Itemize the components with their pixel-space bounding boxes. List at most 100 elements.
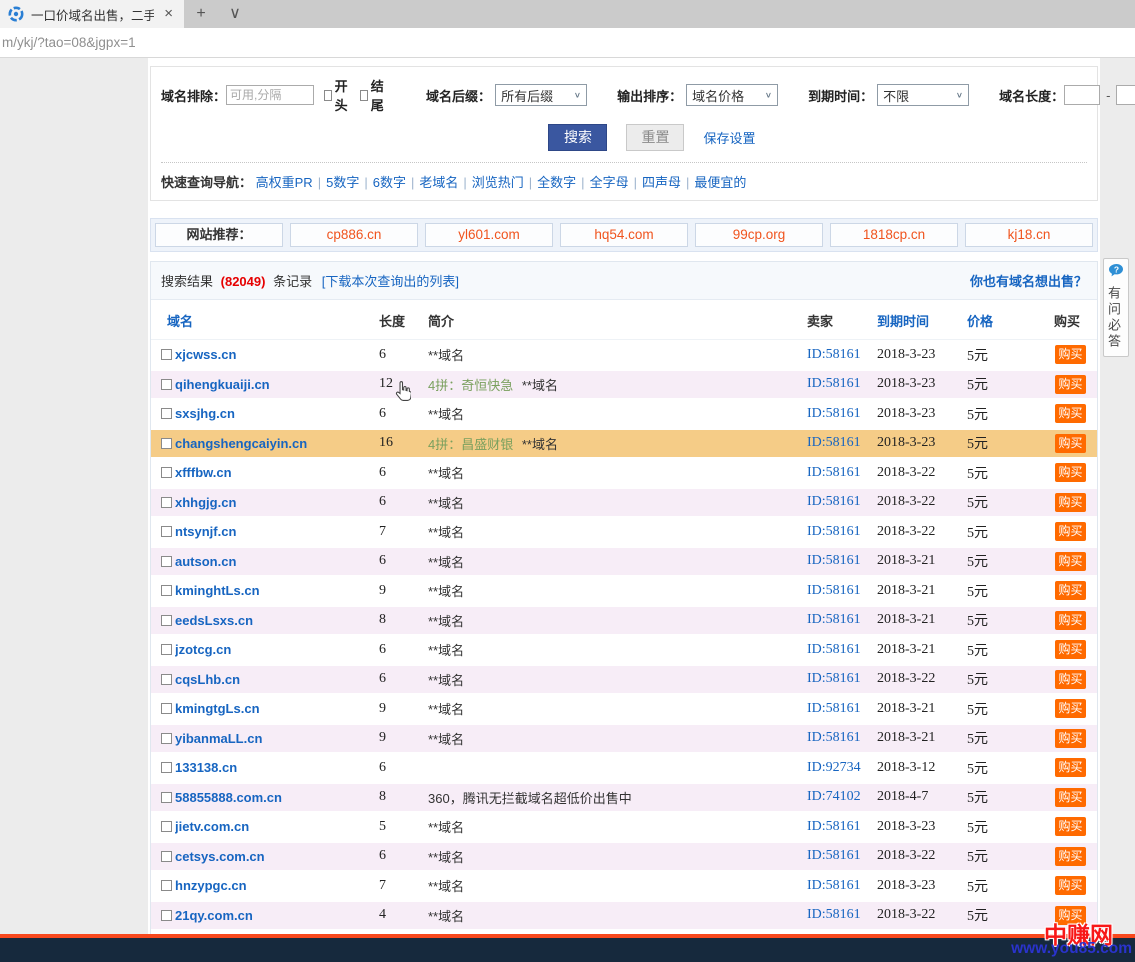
buy-button[interactable]: 购买: [1055, 611, 1086, 630]
row-checkbox[interactable]: [161, 733, 172, 744]
address-bar[interactable]: m/ykj/?tao=08&jgpx=1: [0, 28, 1135, 58]
row-checkbox[interactable]: [161, 615, 172, 626]
reset-button[interactable]: 重置: [626, 124, 684, 151]
row-checkbox[interactable]: [161, 792, 172, 803]
row-checkbox[interactable]: [161, 467, 172, 478]
domain-link[interactable]: 133138.cn: [175, 760, 237, 775]
domain-link[interactable]: autson.cn: [175, 554, 236, 569]
header-price[interactable]: 价格: [949, 311, 1037, 330]
row-checkbox[interactable]: [161, 762, 172, 773]
buy-button[interactable]: 购买: [1055, 434, 1086, 453]
row-checkbox[interactable]: [161, 851, 172, 862]
row-checkbox[interactable]: [161, 821, 172, 832]
row-checkbox[interactable]: [161, 349, 172, 360]
seller-id-link[interactable]: ID:58161: [807, 612, 861, 627]
seller-id-link[interactable]: ID:92734: [807, 760, 861, 775]
expiry-select[interactable]: 不限 ∨: [877, 84, 969, 106]
domain-link[interactable]: xfffbw.cn: [175, 465, 232, 480]
seller-id-link[interactable]: ID:58161: [807, 465, 861, 480]
buy-button[interactable]: 购买: [1055, 404, 1086, 423]
seller-id-link[interactable]: ID:58161: [807, 642, 861, 657]
quick-nav-link[interactable]: 老域名: [419, 175, 458, 190]
tab-close-icon[interactable]: ×: [161, 0, 176, 28]
domain-link[interactable]: jzotcg.cn: [175, 642, 231, 657]
row-checkbox[interactable]: [161, 379, 172, 390]
prefix-checkbox[interactable]: [324, 90, 332, 101]
seller-id-link[interactable]: ID:58161: [807, 524, 861, 539]
buy-button[interactable]: 购买: [1055, 876, 1086, 895]
exclude-input[interactable]: [226, 85, 314, 105]
header-domain[interactable]: 域名: [151, 311, 379, 330]
recommend-site-link[interactable]: 99cp.org: [733, 227, 786, 242]
recommend-site-link[interactable]: kj18.cn: [1008, 227, 1051, 242]
buy-button[interactable]: 购买: [1055, 522, 1086, 541]
buy-button[interactable]: 购买: [1055, 699, 1086, 718]
row-checkbox[interactable]: [161, 408, 172, 419]
row-checkbox[interactable]: [161, 644, 172, 655]
seller-id-link[interactable]: ID:58161: [807, 347, 861, 362]
recommend-site-link[interactable]: cp886.cn: [327, 227, 382, 242]
header-expiry[interactable]: 到期时间: [859, 311, 949, 330]
sort-select[interactable]: 域名价格 ∨: [686, 84, 778, 106]
browser-tab[interactable]: 一口价域名出售，二手域 ×: [0, 0, 184, 28]
buy-button[interactable]: 购买: [1055, 463, 1086, 482]
seller-id-link[interactable]: ID:58161: [807, 907, 861, 922]
buy-button[interactable]: 购买: [1055, 345, 1086, 364]
domain-link[interactable]: 21qy.com.cn: [175, 908, 253, 923]
seller-id-link[interactable]: ID:58161: [807, 406, 861, 421]
seller-id-link[interactable]: ID:58161: [807, 730, 861, 745]
domain-link[interactable]: kmingtgLs.cn: [175, 701, 260, 716]
buy-button[interactable]: 购买: [1055, 581, 1086, 600]
row-checkbox[interactable]: [161, 497, 172, 508]
recommend-site-link[interactable]: yl601.com: [458, 227, 520, 242]
seller-id-link[interactable]: ID:58161: [807, 819, 861, 834]
domain-link[interactable]: yibanmaLL.cn: [175, 731, 262, 746]
length-max-input[interactable]: [1116, 85, 1135, 105]
domain-link[interactable]: sxsjhg.cn: [175, 406, 235, 421]
row-checkbox[interactable]: [161, 674, 172, 685]
save-settings-link[interactable]: 保存设置: [703, 128, 755, 147]
seller-id-link[interactable]: ID:58161: [807, 376, 861, 391]
domain-link[interactable]: ntsynjf.cn: [175, 524, 236, 539]
row-checkbox[interactable]: [161, 703, 172, 714]
new-tab-button[interactable]: +: [184, 0, 218, 28]
domain-link[interactable]: kminghtLs.cn: [175, 583, 260, 598]
recommend-site-link[interactable]: 1818cp.cn: [863, 227, 925, 242]
tab-list-chevron-icon[interactable]: ∨: [218, 0, 252, 28]
seller-id-link[interactable]: ID:58161: [807, 878, 861, 893]
row-checkbox[interactable]: [161, 880, 172, 891]
seller-id-link[interactable]: ID:58161: [807, 848, 861, 863]
row-checkbox[interactable]: [161, 526, 172, 537]
buy-button[interactable]: 购买: [1055, 758, 1086, 777]
buy-button[interactable]: 购买: [1055, 493, 1086, 512]
seller-id-link[interactable]: ID:58161: [807, 435, 861, 450]
domain-link[interactable]: changshengcaiyin.cn: [175, 436, 307, 451]
quick-nav-link[interactable]: 6数字: [373, 175, 406, 190]
buy-button[interactable]: 购买: [1055, 788, 1086, 807]
quick-nav-link[interactable]: 浏览热门: [472, 175, 524, 190]
row-checkbox[interactable]: [161, 585, 172, 596]
length-min-input[interactable]: [1064, 85, 1100, 105]
domain-link[interactable]: cqsLhb.cn: [175, 672, 240, 687]
prefix-checkbox-wrap[interactable]: 开头: [324, 76, 351, 114]
suffix-checkbox[interactable]: [360, 90, 368, 101]
domain-link[interactable]: eedsLsxs.cn: [175, 613, 253, 628]
domain-link[interactable]: hnzypgc.cn: [175, 878, 247, 893]
domain-link[interactable]: 58855888.com.cn: [175, 790, 282, 805]
buy-button[interactable]: 购买: [1055, 552, 1086, 571]
buy-button[interactable]: 购买: [1055, 640, 1086, 659]
buy-button[interactable]: 购买: [1055, 375, 1086, 394]
quick-nav-link[interactable]: 全字母: [590, 175, 629, 190]
quick-nav-link[interactable]: 5数字: [326, 175, 359, 190]
buy-button[interactable]: 购买: [1055, 847, 1086, 866]
buy-button[interactable]: 购买: [1055, 817, 1086, 836]
seller-id-link[interactable]: ID:58161: [807, 583, 861, 598]
seller-id-link[interactable]: ID:74102: [807, 789, 861, 804]
quick-nav-link[interactable]: 四声母: [642, 175, 681, 190]
domain-link[interactable]: jietv.com.cn: [175, 819, 249, 834]
suffix-checkbox-wrap[interactable]: 结尾: [360, 76, 387, 114]
quick-nav-link[interactable]: 全数字: [537, 175, 576, 190]
buy-button[interactable]: 购买: [1055, 670, 1086, 689]
seller-id-link[interactable]: ID:58161: [807, 553, 861, 568]
sell-domain-link[interactable]: 你也有域名想出售？: [970, 271, 1087, 290]
